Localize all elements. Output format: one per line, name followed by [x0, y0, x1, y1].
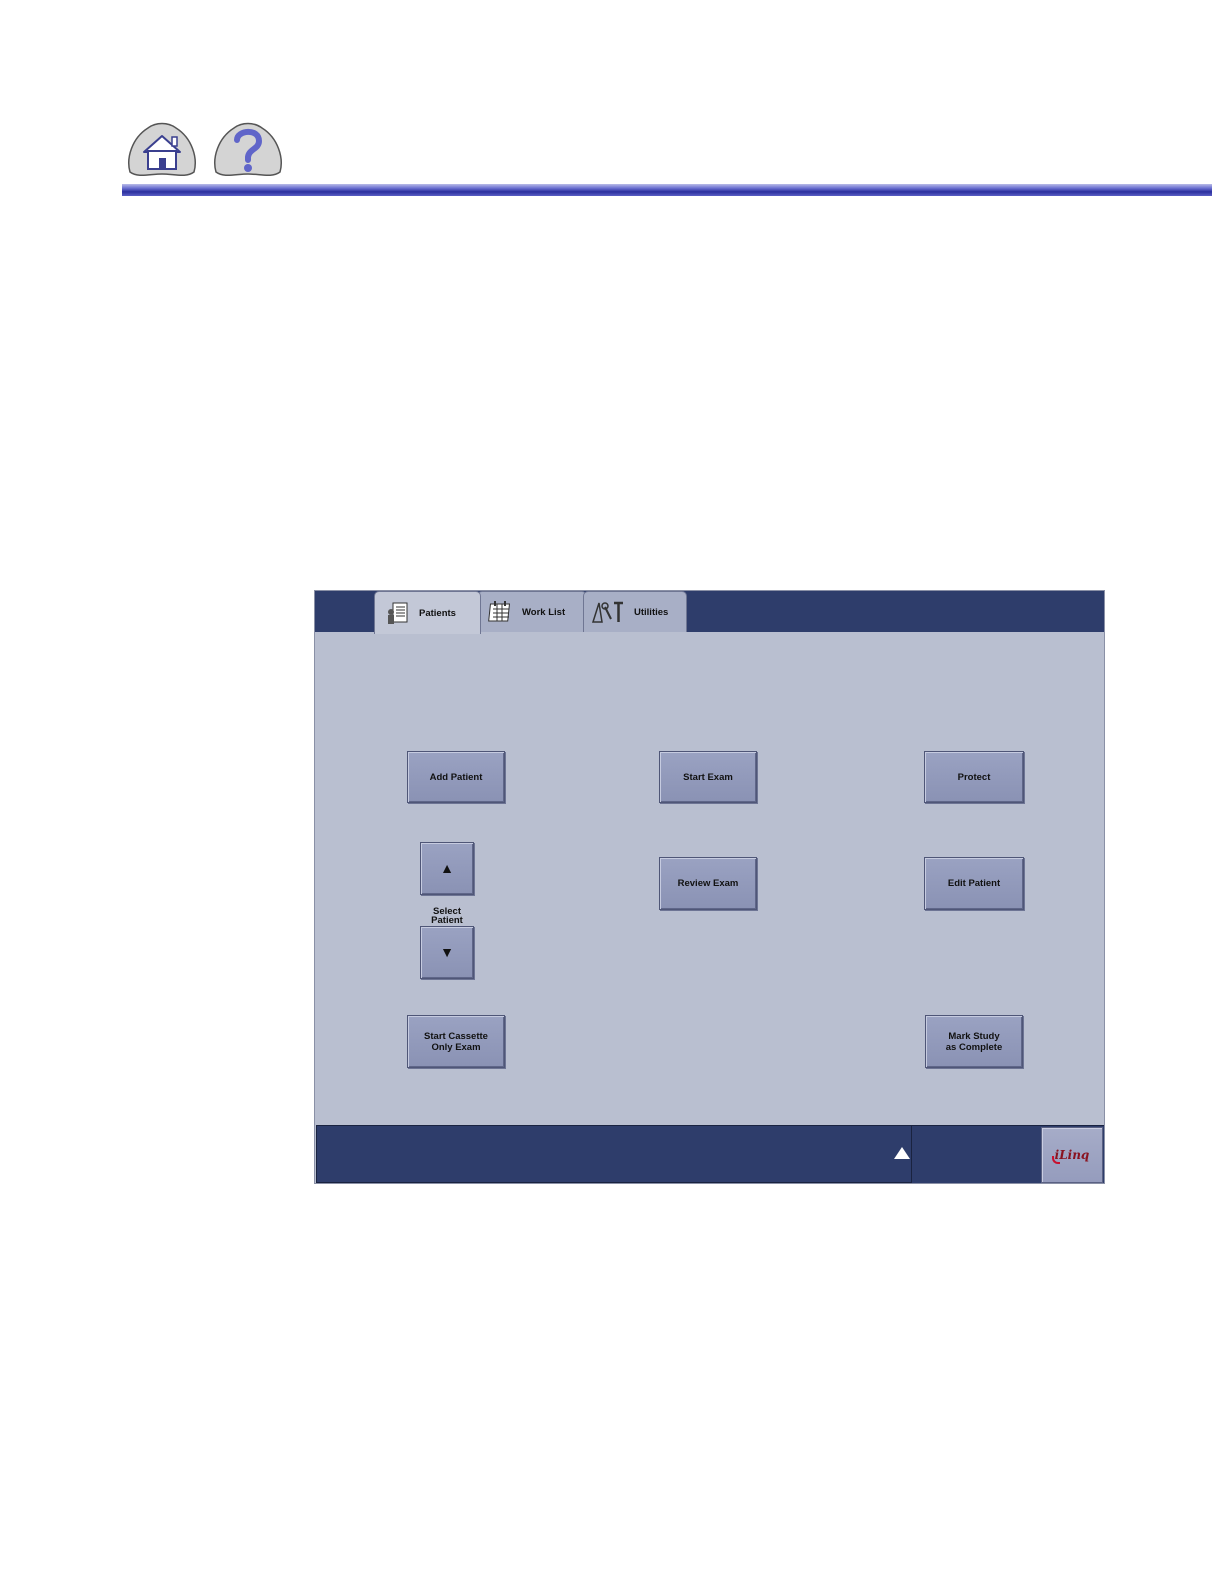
down-arrow-icon: ▼ [440, 944, 454, 960]
protect-button[interactable]: Protect [924, 751, 1024, 803]
tools-icon [590, 599, 626, 625]
button-label: Start Exam [683, 771, 733, 783]
button-label: Mark Study as Complete [945, 1030, 1003, 1053]
status-bar [316, 1125, 912, 1183]
tab-utilities[interactable]: Utilities [583, 591, 687, 632]
select-patient-down-button[interactable]: ▼ [420, 926, 474, 979]
button-label: Edit Patient [947, 878, 1001, 889]
help-icon [214, 122, 282, 177]
home-button[interactable] [124, 118, 200, 180]
start-cassette-only-exam-button[interactable]: Start Cassette Only Exam [407, 1015, 505, 1068]
ilinq-logo-button[interactable]: iLinq [1041, 1127, 1103, 1183]
button-label: Add Patient [429, 771, 483, 783]
add-patient-button[interactable]: Add Patient [407, 751, 505, 803]
patients-screen: Patients Work List Utilities Add Patient… [314, 590, 1105, 1184]
patient-list-icon [385, 600, 411, 626]
button-label: Start Cassette Only Exam [424, 1030, 488, 1053]
button-label: Review Exam [677, 878, 739, 889]
up-arrow-icon: ▲ [440, 860, 454, 876]
tab-label: Utilities [634, 606, 669, 618]
expand-up-icon[interactable] [894, 1147, 910, 1159]
calendar-icon [488, 599, 514, 625]
header-rule [122, 184, 1212, 196]
tab-work-list[interactable]: Work List [477, 591, 587, 632]
home-icon [128, 122, 196, 177]
select-patient-up-button[interactable]: ▲ [420, 842, 474, 895]
select-patient-label: Select Patient [431, 906, 463, 926]
tab-patients[interactable]: Patients [374, 591, 481, 634]
mark-study-complete-button[interactable]: Mark Study as Complete [925, 1015, 1023, 1068]
tab-label: Work List [522, 606, 566, 618]
edit-patient-button[interactable]: Edit Patient [924, 857, 1024, 910]
review-exam-button[interactable]: Review Exam [659, 857, 757, 910]
tab-label: Patients [419, 607, 456, 619]
button-label: Protect [957, 771, 991, 783]
ilinq-logo: iLinq [1051, 1148, 1090, 1164]
start-exam-button[interactable]: Start Exam [659, 751, 757, 803]
help-button[interactable] [210, 118, 286, 180]
